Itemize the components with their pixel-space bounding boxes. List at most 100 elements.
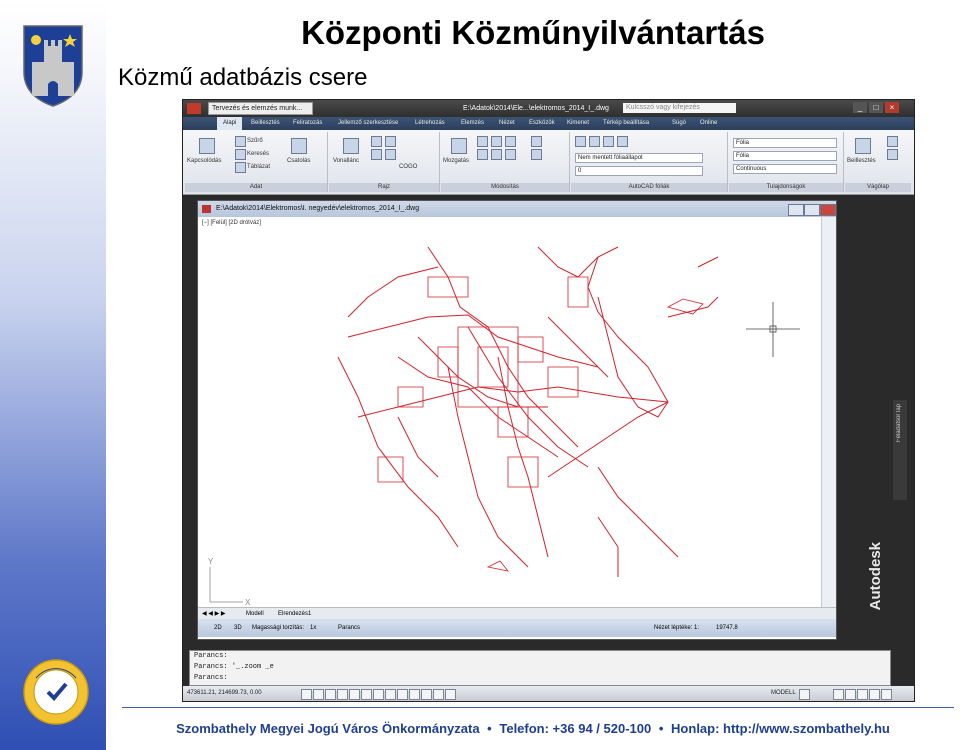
tpy-icon[interactable] — [409, 689, 420, 700]
slide-subtitle: Közmű adatbázis csere — [118, 64, 368, 91]
ribbon-tab[interactable]: Térkép beállítása — [603, 117, 649, 130]
layer-off-icon[interactable] — [603, 136, 614, 147]
status-view-scale-value[interactable]: 19747.8 — [716, 619, 738, 637]
tablazat-button[interactable]: Táblázat — [247, 164, 270, 170]
cogo-button[interactable]: COGO — [399, 164, 417, 170]
mirror-icon[interactable] — [505, 136, 516, 147]
lweight-icon[interactable] — [397, 689, 408, 700]
dyn-icon[interactable] — [385, 689, 396, 700]
ortho-icon[interactable] — [325, 689, 336, 700]
ribbon-tab[interactable]: Súgó — [672, 117, 686, 130]
window-close-icon[interactable] — [820, 204, 836, 216]
attach-icon[interactable] — [291, 138, 307, 154]
polyline-icon[interactable] — [343, 138, 359, 154]
polar-icon[interactable] — [337, 689, 348, 700]
acad-app-icon[interactable] — [187, 103, 201, 114]
copy-icon[interactable] — [491, 136, 502, 147]
kapcsolodas-button[interactable]: Kapcsolódás — [187, 158, 221, 164]
paste-icon[interactable] — [855, 138, 871, 154]
csatolas-button[interactable]: Csatolás — [287, 158, 310, 164]
layer-select[interactable]: 0 — [575, 166, 703, 176]
acad-search-input[interactable]: Kulcsszó vagy kifejezés — [623, 103, 736, 113]
layer-isolate-icon[interactable] — [617, 136, 628, 147]
rotate-icon[interactable] — [477, 136, 488, 147]
command-line[interactable]: Parancs: Parancs: '_.zoom _e Parancs: — [189, 650, 891, 686]
lock-icon[interactable] — [845, 689, 856, 700]
layer-state-select[interactable]: Nem mentett fóliaállapot — [575, 153, 703, 163]
arc-icon[interactable] — [371, 136, 382, 147]
layer-icon[interactable] — [589, 136, 600, 147]
panel-label-vagolap: Vágólap — [845, 183, 911, 192]
coat-of-arms-icon — [23, 25, 83, 107]
footer-separator: • — [658, 721, 664, 736]
status-elevation[interactable]: Magassági torzítás: — [252, 619, 304, 637]
ribbon-tab[interactable]: Nézet — [499, 117, 515, 130]
filter-icon[interactable] — [235, 136, 246, 147]
panel-rajz: Vonallánc COGO Rajz — [329, 132, 440, 192]
palette-side-tab[interactable]: Feladatsor lap — [893, 400, 907, 500]
trim-icon[interactable] — [477, 149, 488, 160]
settings-icon[interactable] — [869, 689, 880, 700]
window-restore-icon[interactable] — [804, 204, 820, 216]
array-icon[interactable] — [531, 136, 542, 147]
model-button[interactable]: MODELL — [771, 686, 796, 701]
szuro-button[interactable]: Szűrő — [247, 138, 263, 144]
sc-icon[interactable] — [433, 689, 444, 700]
am-icon[interactable] — [445, 689, 456, 700]
workspace-dropdown[interactable]: Tervezés és elemzés munk... — [208, 102, 313, 115]
erase-icon[interactable] — [531, 149, 542, 160]
kereses-button[interactable]: Keresés — [247, 151, 269, 157]
mozgatas-button[interactable]: Mozgatás — [443, 158, 469, 164]
footer-web[interactable]: Honlap: http://www.szombathely.hu — [671, 721, 890, 736]
search-icon[interactable] — [235, 149, 246, 160]
extend-icon[interactable] — [491, 149, 502, 160]
utility-network-drawing[interactable]: Y X — [198, 217, 818, 607]
workspace-switch-icon[interactable] — [833, 689, 844, 700]
table-icon[interactable] — [235, 162, 246, 173]
status-3d[interactable]: 3D — [234, 619, 242, 637]
rectangle-icon[interactable] — [385, 149, 396, 160]
ribbon-tab[interactable]: Elemzés — [461, 117, 484, 130]
ribbon-tab[interactable]: Beillesztés — [251, 117, 280, 130]
acad-status-bar: 473611.21, 214699.73, 0.00 MODELL — [183, 686, 914, 701]
isolate-icon[interactable] — [857, 689, 868, 700]
circle-icon[interactable] — [371, 149, 382, 160]
grid-icon[interactable] — [313, 689, 324, 700]
status-command[interactable]: Parancs — [338, 619, 360, 637]
status-exaggeration[interactable]: 1x — [310, 619, 316, 637]
move-icon[interactable] — [451, 138, 467, 154]
otrack-icon[interactable] — [361, 689, 372, 700]
clean-screen-icon[interactable] — [881, 689, 892, 700]
minimize-icon[interactable]: _ — [853, 102, 867, 113]
database-connect-icon[interactable] — [199, 138, 215, 154]
status-2d[interactable]: 2D — [214, 619, 222, 637]
cut-icon[interactable] — [887, 149, 898, 160]
copy-clip-icon[interactable] — [887, 136, 898, 147]
vonallanc-button[interactable]: Vonallánc — [333, 158, 359, 164]
ribbon-tab[interactable]: Alapi — [217, 117, 243, 130]
ribbon-tab[interactable]: Kimenet — [567, 117, 589, 130]
ribbon-tab[interactable]: Jellemző szerkesztése — [338, 117, 398, 130]
qp-icon[interactable] — [421, 689, 432, 700]
lineweight-select[interactable]: Continuous — [733, 164, 837, 174]
color-select[interactable]: Fólia — [733, 138, 837, 148]
close-icon[interactable]: × — [885, 102, 899, 113]
command-prompt[interactable]: Parancs: — [190, 673, 890, 684]
line-icon[interactable] — [385, 136, 396, 147]
ribbon-tab[interactable]: Online — [700, 117, 717, 130]
ribbon-tab[interactable]: Feliratozás — [293, 117, 322, 130]
ribbon-tab[interactable]: Eszközök — [529, 117, 555, 130]
osnap-icon[interactable] — [349, 689, 360, 700]
scale-icon[interactable] — [505, 149, 516, 160]
drawing-vertical-scrollbar[interactable] — [821, 217, 836, 607]
footer-divider — [122, 707, 954, 708]
viewport-icon[interactable] — [799, 689, 810, 700]
beillesztes-button[interactable]: Beillesztés — [847, 158, 876, 164]
ducs-icon[interactable] — [373, 689, 384, 700]
linetype-select[interactable]: Fólia — [733, 151, 837, 161]
maximize-icon[interactable]: □ — [869, 102, 883, 113]
ribbon-tab[interactable]: Létrehozás — [415, 117, 445, 130]
snap-icon[interactable] — [301, 689, 312, 700]
layer-properties-icon[interactable] — [575, 136, 586, 147]
window-minimize-icon[interactable] — [788, 204, 804, 216]
